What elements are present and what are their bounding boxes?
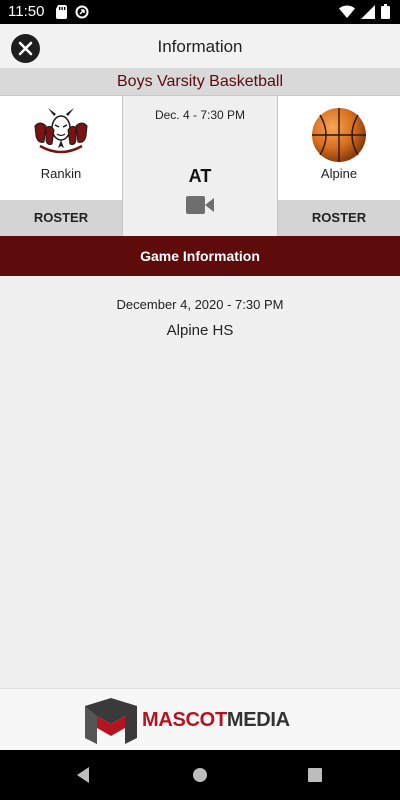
mascot-media-logo-icon [85,698,137,744]
recents-icon[interactable] [304,764,326,786]
away-team-name: Alpine [320,166,358,181]
system-icons [339,4,390,19]
video-camera-icon[interactable] [186,196,214,214]
game-details: December 4, 2020 - 7:30 PM Alpine HS [0,276,400,688]
basketball-icon[interactable] [310,106,368,164]
game-date-short: Dec. 4 - 7:30 PM [154,108,246,122]
devils-logo-icon[interactable] [32,106,90,164]
page-title: Information [157,37,243,56]
sync-app-icon [75,5,89,19]
away-roster-button[interactable]: ROSTER [278,200,400,236]
sd-card-icon [56,5,67,19]
sponsor-footer[interactable]: MASCOTMEDIA [0,688,400,750]
matchup-panel: Dec. 4 - 7:30 PM AT [122,96,278,236]
notification-icons [56,5,89,19]
game-datetime: December 4, 2020 - 7:30 PM [116,297,284,312]
system-nav-bar [0,750,400,800]
away-team-panel: Alpine ROSTER [278,96,400,236]
brand-media: MEDIA [226,709,290,731]
home-team-name: Rankin [40,166,82,181]
app-bar: Information [0,24,400,68]
signal-icon [361,4,375,19]
status-bar: 11:50 [0,0,400,24]
home-team-panel: Rankin ROSTER [0,96,122,236]
game-information-header: Game Information [0,236,400,276]
sport-title: Boys Varsity Basketball [0,68,400,96]
at-label: AT [188,166,212,186]
home-icon[interactable] [189,764,211,786]
home-roster-button[interactable]: ROSTER [0,200,122,236]
game-location[interactable]: Alpine HS [0,322,400,339]
brand-name: MASCOTMEDIA [142,709,290,732]
battery-icon [381,4,390,19]
wifi-icon [339,4,355,18]
status-time: 11:50 [8,3,45,20]
back-icon[interactable] [72,764,94,786]
brand-mascot: MASCOT [142,709,227,731]
